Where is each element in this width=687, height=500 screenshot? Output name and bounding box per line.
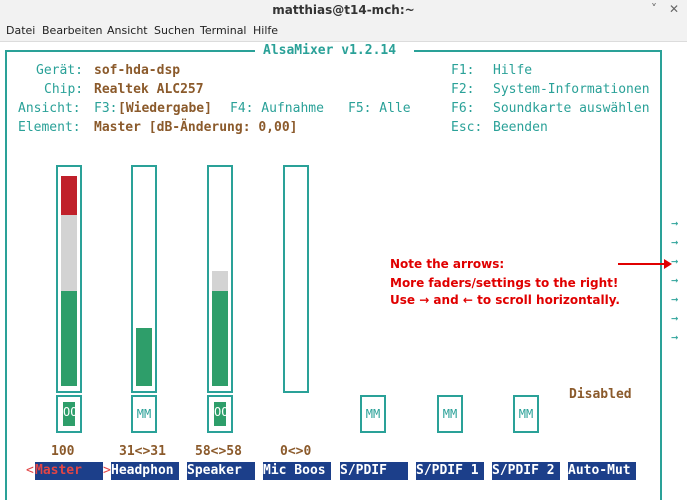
fader-mic-boost[interactable]: [283, 165, 309, 393]
scroll-right-arrow-icon: →: [671, 235, 679, 249]
scroll-right-arrow-icon: →: [671, 254, 679, 268]
value-headphone: 31<>31: [119, 444, 166, 459]
window-title: matthias@t14-mch:~: [272, 3, 415, 17]
window-titlebar[interactable]: matthias@t14-mch:~ ˅ ✕: [0, 0, 687, 20]
frame-right: [660, 50, 662, 500]
view-f3[interactable]: F3:: [94, 101, 117, 117]
scroll-right-arrow-icon: →: [671, 216, 679, 230]
channel-speaker[interactable]: Speaker: [187, 462, 255, 480]
fader-headphone[interactable]: [131, 165, 157, 393]
annotation-arrow-icon: [618, 259, 672, 269]
fader-speaker-gray: [212, 271, 228, 291]
channel-spdif-2[interactable]: S/PDIF 2: [492, 462, 560, 480]
channel-mic-boost[interactable]: Mic Boos: [263, 462, 331, 480]
alsamixer-title: AlsaMixer v1.2.14: [263, 43, 397, 58]
terminal-area[interactable]: AlsaMixer v1.2.14 Gerät: sof-hda-dsp Chi…: [0, 42, 687, 500]
value-mic-boost: 0<>0: [280, 444, 312, 459]
annotation-line-2: More faders/settings to the right!: [390, 276, 619, 290]
key-f6-desc: Soundkarte auswählen: [493, 101, 650, 116]
annotation-line-3: Use → and ← to scroll horizontally.: [390, 293, 620, 307]
selection-left-marker: <: [26, 463, 34, 478]
element-label: Element:: [18, 120, 81, 135]
scroll-right-arrow-icon: →: [671, 292, 679, 306]
mute-speaker[interactable]: OO: [207, 395, 233, 433]
menu-datei[interactable]: Datei: [6, 24, 35, 37]
mute-speaker-label: OO: [214, 402, 228, 426]
menu-hilfe[interactable]: Hilfe: [253, 24, 278, 37]
selection-right-marker: >: [103, 463, 111, 478]
key-f2-desc: System-Informationen: [493, 82, 650, 97]
switch-spdif-1[interactable]: MM: [437, 395, 463, 433]
key-f2: F2:: [451, 82, 475, 97]
fader-headphone-green: [136, 328, 152, 386]
key-esc-desc: Beenden: [493, 120, 548, 135]
menu-bearbeiten[interactable]: Bearbeiten: [42, 24, 102, 37]
mute-master[interactable]: OO: [56, 395, 82, 433]
channel-master[interactable]: Master: [35, 462, 103, 480]
value-speaker: 58<>58: [195, 444, 242, 459]
chip-value: Realtek ALC257: [94, 82, 204, 97]
key-f1: F1:: [451, 63, 475, 78]
key-f1-desc: Hilfe: [493, 63, 533, 78]
scroll-right-arrow-icon: →: [671, 330, 679, 344]
frame-left: [5, 50, 7, 500]
auto-mute-state[interactable]: Disabled: [569, 387, 632, 403]
value-master: 100: [51, 444, 75, 459]
chip-label: Chip:: [44, 82, 84, 97]
fader-speaker-green: [212, 291, 228, 386]
frame-top-right: [414, 50, 662, 52]
channel-spdif[interactable]: S/PDIF: [340, 462, 408, 480]
fader-speaker[interactable]: [207, 165, 233, 393]
fader-master-gray: [61, 215, 77, 291]
menu-ansicht[interactable]: Ansicht: [107, 24, 148, 37]
menubar: Datei Bearbeiten Ansicht Suchen Terminal…: [0, 20, 687, 42]
channel-spdif-1[interactable]: S/PDIF 1: [416, 462, 484, 480]
annotation-line-1: Note the arrows:: [390, 257, 505, 271]
mute-headphone[interactable]: MM: [131, 395, 157, 433]
device-label: Gerät:: [36, 63, 83, 78]
menu-suchen[interactable]: Suchen: [154, 24, 195, 37]
fader-master[interactable]: [56, 165, 82, 393]
menu-terminal[interactable]: Terminal: [200, 24, 247, 37]
switch-spdif[interactable]: MM: [360, 395, 386, 433]
fader-master-red: [61, 176, 77, 215]
view-label: Ansicht:: [18, 101, 81, 116]
view-current[interactable]: [Wiedergabe]: [118, 101, 212, 117]
frame-top-left: [5, 50, 255, 52]
close-icon[interactable]: ✕: [669, 2, 679, 16]
switch-spdif-2[interactable]: MM: [513, 395, 539, 433]
minimize-icon[interactable]: ˅: [651, 2, 657, 16]
mute-master-label: OO: [63, 402, 77, 426]
key-esc: Esc:: [451, 120, 483, 135]
scroll-right-arrow-icon: →: [671, 273, 679, 287]
scroll-right-arrow-icon: →: [671, 311, 679, 325]
key-f6: F6:: [451, 101, 475, 116]
channel-headphone[interactable]: Headphon: [111, 462, 179, 480]
element-value: Master [dB-Änderung: 0,00]: [94, 120, 298, 135]
channel-auto-mute[interactable]: Auto-Mut: [568, 462, 636, 480]
fader-master-green: [61, 291, 77, 386]
view-f5[interactable]: F5: Alle: [348, 101, 411, 117]
device-value: sof-hda-dsp: [94, 63, 181, 78]
view-f4[interactable]: F4: Aufnahme: [230, 101, 324, 117]
